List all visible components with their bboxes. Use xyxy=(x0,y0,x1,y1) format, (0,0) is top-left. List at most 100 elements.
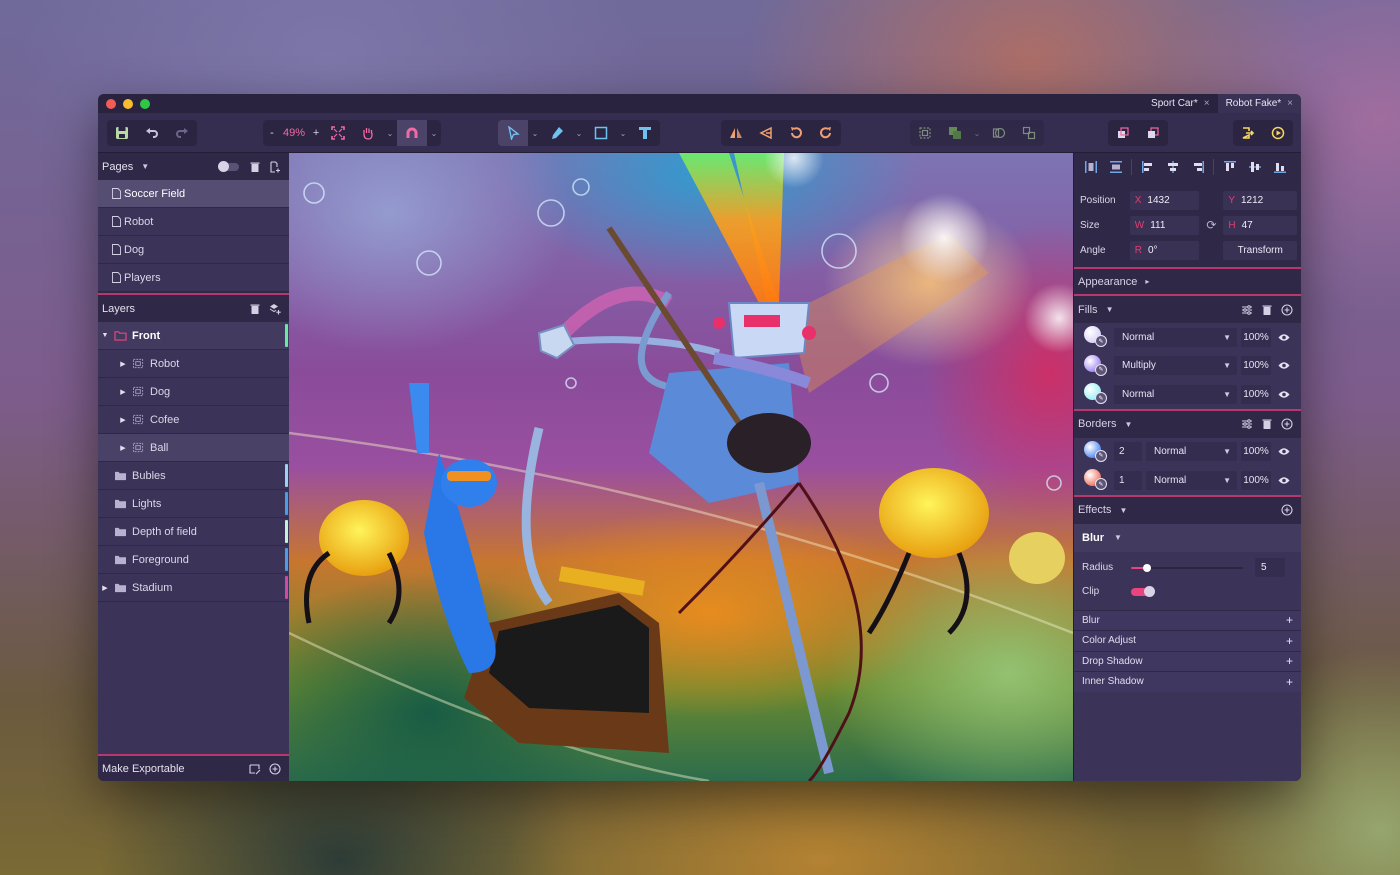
close-tab-icon[interactable]: × xyxy=(1204,98,1210,109)
layer-item[interactable]: Bubles xyxy=(98,462,289,490)
fit-screen-button[interactable] xyxy=(323,120,353,146)
add-effect-button[interactable] xyxy=(1277,501,1297,519)
group-button[interactable] xyxy=(1014,120,1044,146)
export-slice-button[interactable] xyxy=(245,760,265,778)
rotation-field[interactable]: R 0° xyxy=(1129,240,1200,260)
maximize-window-button[interactable] xyxy=(140,98,150,109)
layer-item[interactable]: ▶ Ball xyxy=(98,434,289,462)
expand-toggle-icon[interactable]: ▶ xyxy=(100,584,110,592)
effect-type-item[interactable]: Inner Shadow + xyxy=(1074,671,1301,692)
save-button[interactable] xyxy=(107,120,137,146)
page-item[interactable]: Soccer Field xyxy=(98,180,289,208)
layer-item[interactable]: Foreground xyxy=(98,546,289,574)
undo-button[interactable] xyxy=(137,120,167,146)
distribute-vertical-button[interactable] xyxy=(1103,156,1128,178)
add-effect-icon[interactable]: + xyxy=(1286,675,1293,689)
flip-vertical-button[interactable] xyxy=(751,120,781,146)
hand-tool-dropdown[interactable]: ⌄ xyxy=(383,120,397,146)
visibility-toggle[interactable] xyxy=(1275,476,1293,485)
rotate-right-button[interactable] xyxy=(811,120,841,146)
pages-toggle[interactable] xyxy=(218,160,239,172)
slider-handle[interactable] xyxy=(1142,563,1151,572)
visibility-toggle[interactable] xyxy=(1275,390,1293,399)
delete-border-button[interactable] xyxy=(1257,415,1277,433)
pen-tool-button[interactable] xyxy=(542,120,572,146)
position-x-field[interactable]: X 1432 xyxy=(1129,190,1200,210)
boolean-dropdown[interactable]: ⌄ xyxy=(970,120,984,146)
expand-toggle-icon[interactable]: ▶ xyxy=(118,444,128,452)
fill-settings-button[interactable] xyxy=(1237,301,1257,319)
add-export-button[interactable] xyxy=(265,760,285,778)
expand-toggle-icon[interactable]: ▶ xyxy=(118,388,128,396)
snap-magnet-button[interactable] xyxy=(397,120,428,146)
export-button[interactable] xyxy=(1233,120,1263,146)
page-item[interactable]: Players xyxy=(98,264,289,292)
color-swatch[interactable]: ✎ xyxy=(1084,383,1110,405)
color-swatch[interactable]: ✎ xyxy=(1084,326,1110,348)
visibility-toggle[interactable] xyxy=(1275,361,1293,370)
pages-dropdown-icon[interactable]: ▼ xyxy=(141,162,149,171)
zoom-out-button[interactable]: - xyxy=(265,120,279,146)
blend-mode-select[interactable]: Normal ▼ xyxy=(1114,384,1237,404)
tab-robot-fake[interactable]: Robot Fake* × xyxy=(1217,94,1301,113)
visibility-toggle[interactable] xyxy=(1275,333,1293,342)
pen-tool-dropdown[interactable]: ⌄ xyxy=(572,120,586,146)
mask-button[interactable] xyxy=(910,120,940,146)
eyedropper-icon[interactable]: ✎ xyxy=(1095,478,1107,491)
distribute-horizontal-button[interactable] xyxy=(1078,156,1103,178)
transform-button[interactable]: Transform xyxy=(1223,240,1298,260)
border-width-field[interactable]: 2 xyxy=(1114,442,1142,462)
send-backward-button[interactable] xyxy=(1138,120,1168,146)
width-field[interactable]: W 111 xyxy=(1129,215,1200,235)
appearance-header[interactable]: Appearance ▸ xyxy=(1074,269,1301,296)
align-top-button[interactable] xyxy=(1217,156,1242,178)
effect-type-item[interactable]: Drop Shadow + xyxy=(1074,650,1301,671)
rotate-left-button[interactable] xyxy=(781,120,811,146)
color-swatch[interactable]: ✎ xyxy=(1084,440,1110,463)
align-middle-button[interactable] xyxy=(1242,156,1267,178)
layer-item[interactable]: Lights xyxy=(98,490,289,518)
lock-ratio-icon[interactable]: ⟳ xyxy=(1199,218,1223,232)
opacity-field[interactable]: 100% xyxy=(1241,327,1271,347)
add-page-button[interactable] xyxy=(265,158,285,176)
close-tab-icon[interactable]: × xyxy=(1287,98,1293,109)
border-width-field[interactable]: 1 xyxy=(1114,470,1142,490)
add-effect-icon[interactable]: + xyxy=(1286,613,1293,627)
redo-button[interactable] xyxy=(167,120,197,146)
zoom-level[interactable]: 49% xyxy=(279,120,309,146)
radius-slider[interactable] xyxy=(1131,563,1243,573)
expand-toggle-icon[interactable]: ▶ xyxy=(118,416,128,424)
artboard-canvas[interactable] xyxy=(289,153,1073,781)
effect-type-item[interactable]: Blur + xyxy=(1074,609,1301,630)
union-button[interactable] xyxy=(940,120,970,146)
add-border-button[interactable] xyxy=(1277,415,1297,433)
opacity-field[interactable]: 100% xyxy=(1241,384,1271,404)
opacity-field[interactable]: 100% xyxy=(1241,470,1271,490)
eyedropper-icon[interactable]: ✎ xyxy=(1095,449,1107,462)
flip-horizontal-button[interactable] xyxy=(721,120,751,146)
symbol-button[interactable] xyxy=(984,120,1014,146)
delete-page-button[interactable] xyxy=(245,158,265,176)
shape-tool-button[interactable] xyxy=(586,120,616,146)
hand-tool-button[interactable] xyxy=(353,120,383,146)
tab-sport-car[interactable]: Sport Car* × xyxy=(1143,94,1218,113)
color-swatch[interactable]: ✎ xyxy=(1084,354,1110,377)
add-effect-icon[interactable]: + xyxy=(1286,654,1293,668)
layer-item[interactable]: ▶ Dog xyxy=(98,378,289,406)
layer-item[interactable]: Depth of field xyxy=(98,518,289,546)
effect-type-item[interactable]: Color Adjust + xyxy=(1074,630,1301,651)
height-field[interactable]: H 47 xyxy=(1223,215,1297,235)
select-tool-button[interactable] xyxy=(498,120,528,146)
blur-effect-header[interactable]: Blur ▼ xyxy=(1074,523,1301,552)
eyedropper-icon[interactable]: ✎ xyxy=(1095,335,1107,348)
expand-toggle-icon[interactable]: ▼ xyxy=(100,332,110,339)
fills-dropdown-icon[interactable]: ▼ xyxy=(1106,305,1114,314)
opacity-field[interactable]: 100% xyxy=(1241,356,1271,376)
bring-forward-button[interactable] xyxy=(1108,120,1138,146)
zoom-in-button[interactable]: + xyxy=(309,120,323,146)
visibility-toggle[interactable] xyxy=(1275,447,1293,456)
clip-toggle[interactable] xyxy=(1131,585,1155,597)
preview-button[interactable] xyxy=(1263,120,1293,146)
borders-dropdown-icon[interactable]: ▼ xyxy=(1125,420,1133,429)
eyedropper-icon[interactable]: ✎ xyxy=(1095,363,1107,376)
